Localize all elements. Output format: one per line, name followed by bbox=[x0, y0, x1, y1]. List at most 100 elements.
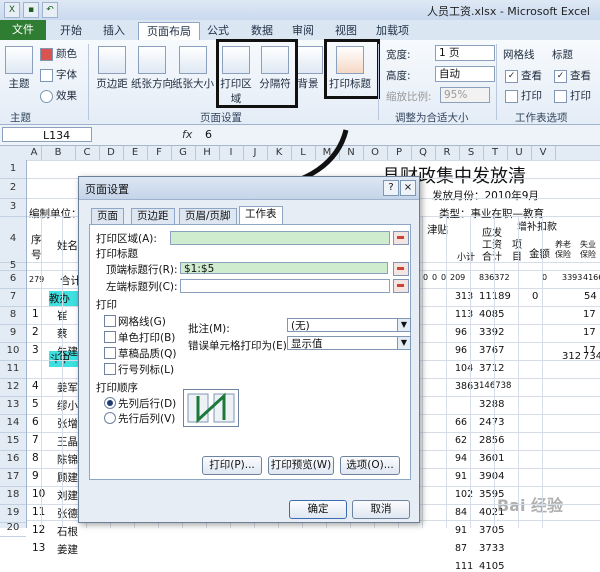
seq-cell: 12 bbox=[32, 524, 46, 536]
row-header-12[interactable]: 12 bbox=[0, 378, 26, 397]
print-button[interactable]: 打印(P)... bbox=[202, 456, 262, 475]
gridlines-view-checkbox[interactable]: ✓ 查看 bbox=[505, 68, 542, 83]
page-setup-dialog: 页面设置 ? × 页面 页边距 页眉/页脚 工作表 打印区域(A): 打印标题 … bbox=[78, 176, 420, 523]
column-header-a[interactable]: A bbox=[27, 146, 42, 160]
payable-cell: 3712 bbox=[479, 363, 505, 374]
over-then-down-radio[interactable] bbox=[104, 412, 116, 424]
ok-button[interactable]: 确定 bbox=[289, 500, 347, 519]
print-area-input[interactable] bbox=[170, 231, 390, 245]
dialog-tab-margins[interactable]: 页边距 bbox=[131, 208, 175, 225]
column-header-q[interactable]: Q bbox=[411, 146, 436, 160]
row-header-13[interactable]: 13 bbox=[0, 396, 26, 415]
column-header-u[interactable]: U bbox=[507, 146, 532, 160]
orientation-button[interactable]: 纸张方向 bbox=[131, 46, 173, 91]
row-header-8[interactable]: 8 bbox=[0, 306, 26, 325]
column-header-s[interactable]: S bbox=[459, 146, 484, 160]
save-icon[interactable]: ▪ bbox=[23, 2, 39, 18]
errors-select[interactable]: 显示值 ▼ bbox=[287, 336, 411, 350]
range-picker-icon[interactable] bbox=[393, 262, 409, 276]
tab-view[interactable]: 视图 bbox=[327, 22, 365, 39]
themes-icon bbox=[5, 46, 33, 74]
column-header-o[interactable]: O bbox=[363, 146, 388, 160]
fx-icon[interactable]: fx bbox=[182, 128, 192, 141]
help-icon[interactable]: ? bbox=[383, 180, 399, 196]
cancel-button[interactable]: 取消 bbox=[352, 500, 410, 519]
column-header-h[interactable]: H bbox=[195, 146, 220, 160]
row-header-11[interactable]: 11 bbox=[0, 360, 26, 379]
background-button[interactable]: 背景 bbox=[295, 46, 323, 91]
gridlines-checkbox[interactable] bbox=[104, 315, 116, 327]
dialog-tab-page[interactable]: 页面 bbox=[91, 208, 124, 225]
mono-checkbox[interactable] bbox=[104, 331, 116, 343]
range-picker-icon[interactable] bbox=[393, 231, 409, 245]
height-combo[interactable]: 自动 bbox=[435, 66, 495, 82]
row-header-1[interactable]: 1 bbox=[0, 160, 26, 179]
column-header-g[interactable]: G bbox=[171, 146, 196, 160]
row-header-20[interactable]: 20 bbox=[0, 520, 26, 537]
effects-button[interactable]: 效果 bbox=[40, 88, 77, 103]
tab-page-layout[interactable]: 页面布局 bbox=[138, 22, 200, 40]
tab-review[interactable]: 审阅 bbox=[284, 22, 322, 39]
formula-input[interactable]: 6 bbox=[205, 128, 212, 141]
tab-data[interactable]: 数据 bbox=[243, 22, 281, 39]
employee-name-cell: 张增 bbox=[57, 418, 78, 430]
themes-button[interactable]: 主题 bbox=[4, 46, 34, 91]
column-header-v[interactable]: V bbox=[531, 146, 556, 160]
row-header-14[interactable]: 14 bbox=[0, 414, 26, 433]
row-header-18[interactable]: 18 bbox=[0, 486, 26, 505]
column-header-e[interactable]: E bbox=[123, 146, 148, 160]
tab-insert[interactable]: 插入 bbox=[95, 22, 133, 39]
column-header-b[interactable]: B bbox=[41, 146, 76, 160]
orientation-label: 纸张方向 bbox=[131, 78, 173, 90]
row-header-7[interactable]: 7 bbox=[0, 288, 26, 307]
column-header-d[interactable]: D bbox=[99, 146, 124, 160]
employee-name-cell: 刘建 bbox=[57, 490, 78, 502]
down-then-over-radio[interactable] bbox=[104, 397, 116, 409]
row-header-16[interactable]: 16 bbox=[0, 450, 26, 469]
tab-formulas[interactable]: 公式 bbox=[199, 22, 237, 39]
group-separator bbox=[88, 44, 89, 120]
tab-file[interactable]: 文件 bbox=[0, 20, 46, 40]
width-combo[interactable]: 1 页 bbox=[435, 45, 495, 61]
undo-icon[interactable]: ↶ bbox=[42, 2, 58, 18]
comments-select[interactable]: (无) ▼ bbox=[287, 318, 411, 332]
row-header-3[interactable]: 3 bbox=[0, 198, 26, 217]
colors-button[interactable]: 颜色 bbox=[40, 46, 77, 61]
left-columns-input[interactable] bbox=[180, 279, 390, 293]
tail-value-cell: 17 bbox=[583, 309, 596, 320]
row-header-15[interactable]: 15 bbox=[0, 432, 26, 451]
column-header-r[interactable]: R bbox=[435, 146, 460, 160]
margins-button[interactable]: 页边距 bbox=[93, 46, 131, 91]
name-box[interactable]: L134 bbox=[2, 127, 92, 142]
top-rows-input[interactable]: $1:$5 bbox=[180, 262, 388, 275]
background-label: 背景 bbox=[297, 78, 319, 90]
tab-home[interactable]: 开始 bbox=[52, 22, 90, 39]
options-button[interactable]: 选项(O)... bbox=[340, 456, 400, 475]
headings-print-checkbox[interactable]: 打印 bbox=[554, 88, 591, 103]
column-header-c[interactable]: C bbox=[75, 146, 100, 160]
fonts-icon bbox=[40, 68, 53, 82]
row-header-9[interactable]: 9 bbox=[0, 324, 26, 343]
dialog-tab-sheet[interactable]: 工作表 bbox=[239, 206, 283, 225]
row-header-17[interactable]: 17 bbox=[0, 468, 26, 487]
row-header-4[interactable]: 4 bbox=[0, 216, 26, 263]
range-picker-icon[interactable] bbox=[393, 279, 409, 293]
column-header-f[interactable]: F bbox=[147, 146, 172, 160]
print-preview-button[interactable]: 打印预览(W) bbox=[268, 456, 334, 475]
draft-checkbox[interactable] bbox=[104, 347, 116, 359]
row-header-6[interactable]: 6 bbox=[0, 270, 26, 289]
column-header-t[interactable]: T bbox=[483, 146, 508, 160]
row-header-10[interactable]: 10 bbox=[0, 342, 26, 361]
row-header-2[interactable]: 2 bbox=[0, 178, 26, 199]
close-icon[interactable]: × bbox=[400, 180, 416, 196]
tab-addins[interactable]: 加载项 bbox=[368, 22, 417, 39]
gridlines-print-checkbox[interactable]: 打印 bbox=[505, 88, 542, 103]
errors-label: 错误单元格打印为(E): bbox=[188, 340, 291, 352]
dialog-tab-header-footer[interactable]: 页眉/页脚 bbox=[179, 208, 237, 225]
headings-view-checkbox[interactable]: ✓ 查看 bbox=[554, 68, 591, 83]
column-header-p[interactable]: P bbox=[387, 146, 412, 160]
size-button[interactable]: 纸张大小 bbox=[172, 46, 214, 91]
fonts-button[interactable]: 字体 bbox=[40, 67, 77, 82]
header-pension: 养老保险 bbox=[555, 240, 571, 259]
row-col-headings-checkbox[interactable] bbox=[104, 363, 116, 375]
